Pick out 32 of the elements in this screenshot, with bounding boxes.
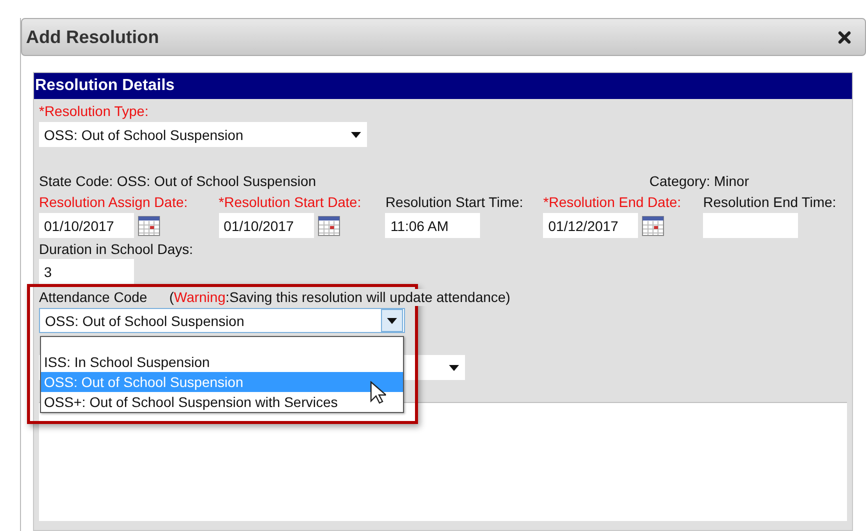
section-header: Resolution Details [34, 73, 852, 99]
field-label: *Resolution Type: [39, 103, 150, 120]
state-code-text: State Code: OSS: Out of School Suspension [39, 173, 316, 190]
date-field[interactable]: 01/10/2017 [218, 213, 314, 238]
caret-icon [449, 364, 459, 370]
dropdown-option[interactable]: OSS+: Out of School Suspension with Services [41, 392, 403, 412]
dropdown-button[interactable] [381, 309, 403, 332]
date-field[interactable]: 01/12/2017 [543, 213, 638, 238]
date-field[interactable]: 01/10/2017 [39, 213, 134, 238]
dropdown-option[interactable]: ISS: In School Suspension [41, 352, 403, 372]
duration-field[interactable]: 3 [39, 259, 134, 284]
time-field[interactable]: 11:06 AM [385, 213, 480, 238]
pointer-cursor-icon [370, 381, 386, 405]
caret-icon [387, 318, 397, 324]
warning-note: (Warning:Saving this resolution will update attendance) [169, 289, 510, 306]
field-label: Resolution Assign Date: [39, 194, 189, 211]
field-label: Resolution Start Time: [385, 194, 524, 211]
calendar-icon[interactable] [138, 216, 160, 236]
caret-icon [351, 132, 361, 138]
field-label: *Resolution Start Date: [218, 194, 362, 211]
time-field[interactable] [703, 213, 798, 238]
field-label: Duration in School Days: [39, 241, 194, 258]
dialog-title: Add Resolution [26, 26, 159, 48]
field-label: Resolution End Time: [703, 194, 838, 211]
calendar-icon[interactable] [318, 216, 340, 236]
calendar-icon[interactable] [642, 216, 664, 236]
resolution-type-select[interactable]: OSS: Out of School Suspension [39, 122, 367, 147]
attendance-code-select[interactable]: OSS: Out of School Suspension [39, 308, 405, 333]
category-text: Category: Minor [649, 173, 749, 190]
close-icon[interactable] [838, 30, 851, 44]
field-label: *Resolution End Date: [543, 194, 682, 211]
attendance-code-label: Attendance Code [39, 289, 148, 306]
